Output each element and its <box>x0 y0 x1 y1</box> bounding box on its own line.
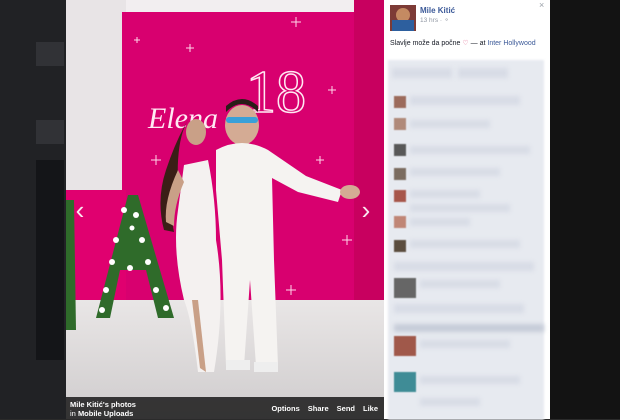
post-sidebar: Mile Kitić 13 hrs · ⚬ Slavlje može da po… <box>384 0 550 420</box>
album-info: Mile Kitić's photos in Mobile Uploads <box>70 400 136 418</box>
poster-name-link[interactable]: Mile Kitić <box>420 6 455 15</box>
caption-text: Slavlje može da počne <box>390 40 461 47</box>
photo-image: Elena 18 <box>66 0 384 419</box>
post-timestamp[interactable]: 13 hrs · ⚬ <box>420 16 449 24</box>
album-name-link[interactable]: Mobile Uploads <box>78 409 133 418</box>
like-button[interactable]: Like <box>363 404 378 413</box>
photo-footer: Mile Kitić's photos in Mobile Uploads Op… <box>66 397 384 419</box>
heart-icon: ♡ <box>462 40 469 47</box>
album-in-label: in <box>70 409 76 418</box>
send-button[interactable]: Send <box>337 404 355 413</box>
album-owner-link[interactable]: Mile Kitić's photos <box>70 400 136 409</box>
avatar-shirt <box>392 20 414 31</box>
avatar[interactable] <box>390 5 416 31</box>
close-icon[interactable]: × <box>539 0 544 10</box>
share-button[interactable]: Share <box>308 404 329 413</box>
photo-viewer: Elena 18 ‹ › Mile Kitić's photos in Mobi… <box>66 0 384 419</box>
photo-actions: Options Share Send Like <box>271 404 378 413</box>
previous-photo-icon[interactable]: ‹ <box>70 196 90 224</box>
next-photo-icon[interactable]: › <box>356 196 376 224</box>
options-button[interactable]: Options <box>271 404 299 413</box>
post-caption: Slavlje može da počne ♡ — at Inter Holly… <box>390 39 536 47</box>
place-link[interactable]: Inter Hollywood <box>487 40 535 47</box>
at-label: — at <box>470 40 486 47</box>
